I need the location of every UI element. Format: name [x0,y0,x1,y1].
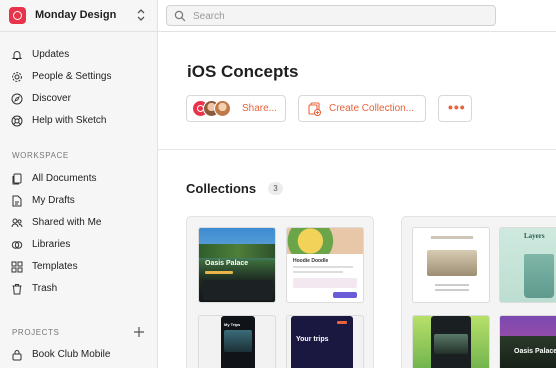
document-thumbnail[interactable]: Hoodie Doodle [286,227,364,303]
sidebar-item-updates[interactable]: Updates [0,44,158,66]
search-icon [174,10,186,22]
sidebar-item-discover[interactable]: Discover [0,88,158,110]
sidebar-item-all-documents[interactable]: All Documents [0,168,158,190]
compass-icon [11,93,23,105]
sidebar-item-people-settings[interactable]: People & Settings [0,66,158,88]
document-thumbnail[interactable]: Oasis Palace [198,227,276,303]
sidebar-item-label: Trash [32,283,58,294]
sidebar-item-label: Discover [32,93,71,104]
more-icon: ••• [448,99,466,115]
gear-icon [12,72,22,82]
sidebar-item-label: My Drafts [32,195,75,206]
sidebar-item-shared-with-me[interactable]: Shared with Me [0,212,158,234]
more-options-button[interactable]: ••• [438,95,472,122]
collections-heading: Collections [186,181,257,196]
libraries-icon [11,241,23,249]
bell-icon [11,51,23,60]
create-collection-icon [308,102,321,116]
thumbnail-title: Hoodie Doodle [293,258,329,264]
thumbnail-title: My Trips [224,322,241,327]
avatar-group [192,100,238,118]
document-thumbnail[interactable] [412,227,490,303]
projects-section-label: PROJECTS [12,328,60,337]
share-button[interactable]: Share... [186,95,286,122]
collection-card[interactable]: Layers Oasis Palace [401,216,556,368]
sidebar-item-label: Shared with Me [32,217,102,228]
workspace-name: Monday Design [35,9,117,21]
main-content: iOS Concepts Share... Create Collection.… [158,33,556,368]
topbar [158,0,556,32]
create-collection-button[interactable]: Create Collection... [298,95,426,122]
document-thumbnail[interactable] [412,315,490,368]
create-collection-label: Create Collection... [329,103,415,114]
document-thumbnail[interactable]: My Trips [198,315,276,368]
document-thumbnail[interactable]: Oasis Palace [499,315,556,368]
thumbnail-title: Your trips [296,336,329,343]
add-project-icon[interactable] [133,326,145,338]
documents-icon [12,173,22,185]
thumbnail-title: Oasis Palace [205,260,249,267]
divider [158,149,556,150]
sketch-workspace-icon [9,7,26,24]
sidebar-item-libraries[interactable]: Libraries [0,234,158,256]
help-lifebuoy-icon [11,115,23,127]
workspace-switcher[interactable]: Monday Design [0,0,158,32]
search-box[interactable] [166,5,496,26]
document-thumbnail[interactable]: Your trips [286,315,364,368]
drafts-icon [12,195,22,207]
sidebar-item-label: People & Settings [32,71,112,82]
sidebar-item-label: Libraries [32,239,71,250]
chevron-up-down-icon [137,9,145,21]
trash-icon [12,284,22,295]
sidebar-item-label: Help with Sketch [32,115,107,126]
workspace-section-label: WORKSPACE [12,151,69,160]
lock-icon [12,350,22,361]
templates-icon [11,261,23,273]
sidebar-item-label: Updates [32,49,70,60]
sidebar-item-label: All Documents [32,173,97,184]
collection-card[interactable]: Oasis Palace Hoodie Doodle My Trips Your… [186,216,374,368]
sidebar-item-book-club-mobile[interactable]: Book Club Mobile [0,344,158,366]
share-button-label: Share... [242,103,278,114]
document-thumbnail[interactable]: Layers [499,227,556,303]
page-title: iOS Concepts [187,62,299,81]
search-input[interactable] [193,9,483,23]
sidebar-item-label: Templates [32,261,78,272]
avatar [214,100,231,117]
sidebar: Monday Design Updates People & Settings [0,0,158,368]
sidebar-item-label: Book Club Mobile [32,349,111,360]
thumbnail-title: Layers [524,232,545,240]
collections-count-badge: 3 [268,182,283,195]
sidebar-item-my-drafts[interactable]: My Drafts [0,190,158,212]
app-window: Monday Design Updates People & Settings [0,0,556,368]
sidebar-item-trash[interactable]: Trash [0,278,158,300]
sidebar-item-help[interactable]: Help with Sketch [0,110,158,132]
thumbnail-title: Oasis Palace [514,348,556,355]
shared-icon [11,218,23,228]
sidebar-item-templates[interactable]: Templates [0,256,158,278]
